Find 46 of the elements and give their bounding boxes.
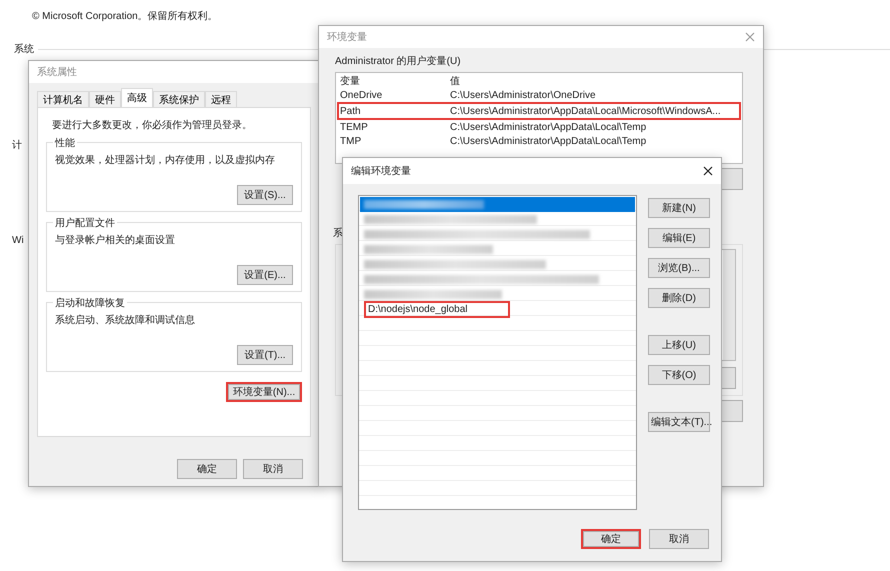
settings-button[interactable]: 设置(T)... [237,345,293,365]
column-header: 值 [450,75,460,88]
copyright-text: © Microsoft Corporation。保留所有权利。 [32,10,218,23]
section-label: 计 [12,138,22,152]
window-title: 编辑环境变量 [351,164,411,178]
close-icon[interactable] [703,166,713,176]
column-header: 变量 [340,74,361,88]
group-title: 启动和故障恢复 [53,296,127,310]
section-heading: 系统 [14,42,34,56]
tab[interactable]: 硬件 [89,91,121,107]
dialog-button[interactable]: 取消 [649,529,709,549]
group-description: 系统启动、系统故障和调试信息 [55,314,196,327]
table-row[interactable]: TMP C:\Users\Administrator\AppData\Local\Temp [340,134,738,148]
side-button[interactable]: 删除(D) [648,288,710,308]
notice-text: 要进行大多数更改，你必须作为管理员登录。 [51,118,253,132]
dialog-button[interactable]: 取消 [243,459,303,479]
blurred-entry[interactable] [360,197,635,212]
side-button[interactable]: 上移(U) [648,335,710,355]
side-button[interactable]: 编辑(E) [648,228,710,248]
dialog-button[interactable]: 确定 [581,529,641,549]
window-title: 环境变量 [327,30,367,44]
window-title: 系统属性 [37,66,77,79]
group-description: 视觉效果，处理器计划，内存使用，以及虚拟内存 [55,154,276,167]
side-button[interactable]: 编辑文本(T)... [648,412,710,432]
dialog-button[interactable]: 确定 [177,459,237,479]
side-button[interactable]: 浏览(B)... [648,258,710,278]
side-button[interactable]: 新建(N) [648,198,710,218]
tab[interactable]: 计算机名 [37,91,89,107]
tab[interactable]: 高级 [121,88,153,107]
group-description: 与登录帐户相关的桌面设置 [55,234,176,247]
tab[interactable]: 系统保护 [153,91,205,107]
section-label: Wi [12,235,24,246]
group-title: 用户配置文件 [53,216,117,230]
side-button[interactable]: 下移(O) [648,365,710,385]
table-row[interactable]: TEMP C:\Users\Administrator\AppData\Local\Temp [340,120,738,134]
group-title: 性能 [53,136,77,150]
table-row[interactable]: OneDrive C:\Users\Administrator\OneDrive [340,88,738,102]
section-label: Administrator 的用户变量(U) [335,54,462,68]
section-label: 系 [333,226,343,240]
settings-button[interactable]: 设置(E)... [237,265,293,285]
environment-variables-button[interactable]: 环境变量(N)... [226,382,302,402]
tab[interactable]: 远程 [205,91,237,107]
settings-button[interactable]: 设置(S)... [237,185,293,205]
scrollbar[interactable] [723,250,735,360]
table-row[interactable]: Path C:\Users\Administrator\AppData\Local\Microsoft\WindowsA... [337,102,741,120]
path-entry[interactable]: D:\nodejs\node_global [364,301,510,318]
